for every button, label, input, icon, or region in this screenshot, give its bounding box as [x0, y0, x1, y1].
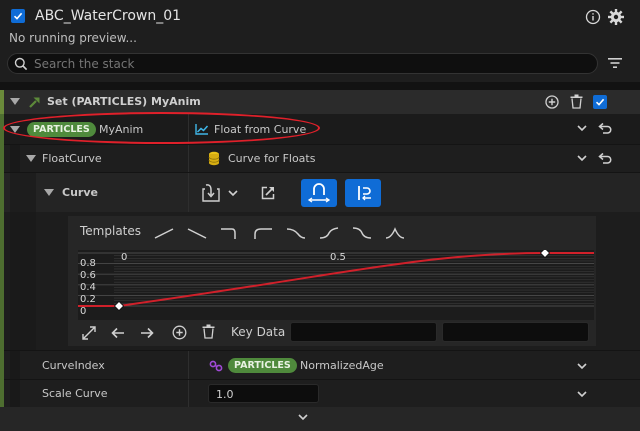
expand-chevron-icon[interactable] [26, 155, 36, 163]
search-input[interactable] [34, 55, 574, 72]
y-label-0: 0.8 [80, 258, 96, 269]
curveindex-value[interactable]: NormalizedAge [300, 359, 384, 372]
delete-key-icon[interactable] [202, 324, 215, 339]
value-dropdown-chevron-icon[interactable] [577, 363, 587, 370]
module-header[interactable]: Set (PARTICLES) MyAnim [0, 90, 640, 114]
preview-status: No running preview... [9, 31, 137, 45]
y-label-2: 0.4 [80, 282, 96, 293]
pre-infinity-extrap-button[interactable] [301, 179, 337, 207]
info-icon[interactable] [585, 9, 601, 25]
highlight-ellipse [3, 112, 320, 144]
template-s-curve-down-icon[interactable] [352, 226, 372, 240]
curve-key-1 [539, 250, 551, 259]
zoom-to-fit-icon[interactable] [82, 326, 96, 340]
key-value-field[interactable] [442, 322, 589, 342]
value-dropdown-chevron-icon[interactable] [577, 391, 587, 398]
reset-arrow-icon[interactable] [598, 152, 612, 165]
indent-guide [10, 173, 36, 213]
add-key-icon[interactable] [172, 325, 187, 340]
scalecurve-value: 1.0 [216, 388, 234, 401]
search-icon [14, 57, 28, 71]
column-divider [188, 145, 189, 173]
value-dropdown-chevron-icon[interactable] [577, 125, 587, 132]
column-divider [188, 173, 189, 213]
header-panel: ABC_WaterCrown_01 No running preview... [0, 0, 640, 82]
settings-gear-icon[interactable] [607, 8, 625, 26]
param-row-curve[interactable]: Curve [4, 172, 640, 213]
template-s-curve-icon[interactable] [319, 226, 339, 240]
reset-arrow-icon[interactable] [598, 122, 612, 135]
open-external-icon[interactable] [261, 186, 275, 200]
curveindex-label: CurveIndex [42, 359, 105, 372]
emitter-title: ABC_WaterCrown_01 [35, 8, 182, 24]
post-infinity-extrap-button[interactable] [345, 179, 381, 207]
expand-chevron-icon[interactable] [44, 189, 54, 197]
expand-more-chevron-icon[interactable] [298, 414, 308, 421]
import-curve-icon[interactable] [202, 183, 224, 203]
module-title: Set (PARTICLES) MyAnim [47, 95, 201, 108]
module-color-bar [0, 90, 4, 114]
column-divider [188, 380, 189, 408]
template-ease-in-icon[interactable] [253, 226, 273, 240]
namespace-badge: PARTICLES [228, 358, 297, 373]
header-divider [0, 82, 640, 90]
curve-graph[interactable]: 0 0.5 0.8 0.6 0.4 0.2 0 [78, 250, 594, 320]
template-linear-up-icon[interactable] [154, 226, 174, 240]
indent-guide [10, 212, 36, 350]
floatcurve-label: FloatCurve [42, 152, 102, 165]
param-row-myanim[interactable]: PARTICLES MyAnim Float from Curve [3, 112, 640, 144]
curve-editor-inner: Templates 0 0.5 0.8 0.6 0.4 0.2 0 Key Da… [68, 216, 596, 346]
y-label-1: 0.6 [80, 270, 96, 281]
next-key-icon[interactable] [140, 326, 154, 340]
template-step-down-icon[interactable] [220, 226, 240, 240]
add-parameter-icon[interactable] [545, 95, 559, 109]
link-icon [209, 360, 223, 372]
curve-label: Curve [62, 186, 98, 199]
templates-label: Templates [80, 224, 142, 238]
column-divider [188, 351, 189, 380]
y-label-3: 0.2 [80, 294, 96, 305]
import-dropdown-chevron-icon[interactable] [228, 190, 238, 197]
scalecurve-input[interactable]: 1.0 [208, 384, 319, 403]
curve-editor-panel: Templates 0 0.5 0.8 0.6 0.4 0.2 0 Key Da… [4, 212, 640, 350]
key-data-label: Key Data [231, 325, 286, 339]
module-enabled-checkbox[interactable] [593, 95, 607, 109]
scalecurve-label: Scale Curve [42, 387, 108, 400]
database-icon [208, 151, 220, 166]
module-footer[interactable] [0, 407, 640, 431]
previous-key-icon[interactable] [111, 326, 125, 340]
y-label-4: 0 [80, 306, 87, 317]
curve-key-0 [113, 300, 125, 312]
key-time-field[interactable] [290, 322, 437, 342]
collapse-chevron-icon[interactable] [10, 98, 20, 106]
indent-guide [10, 145, 20, 172]
stack-search-field[interactable] [7, 53, 598, 74]
delete-module-icon[interactable] [570, 94, 583, 109]
indent-guide [10, 380, 20, 407]
filter-icon[interactable] [607, 56, 623, 70]
floatcurve-value[interactable]: Curve for Floats [228, 152, 315, 165]
x-label-1: 0.5 [330, 252, 346, 263]
param-row-floatcurve[interactable]: FloatCurve Curve for Floats [4, 144, 640, 173]
x-label-0: 0 [121, 252, 128, 263]
emitter-enabled-checkbox[interactable] [11, 9, 25, 23]
param-row-scalecurve[interactable]: Scale Curve 1.0 [4, 379, 640, 408]
set-parameter-icon [29, 95, 42, 108]
value-dropdown-chevron-icon[interactable] [577, 155, 587, 162]
template-ease-out-icon[interactable] [286, 226, 306, 240]
param-row-curveindex[interactable]: CurveIndex PARTICLES NormalizedAge [4, 350, 640, 380]
template-bell-icon[interactable] [385, 226, 405, 240]
indent-guide [10, 351, 20, 379]
template-linear-down-icon[interactable] [187, 226, 207, 240]
